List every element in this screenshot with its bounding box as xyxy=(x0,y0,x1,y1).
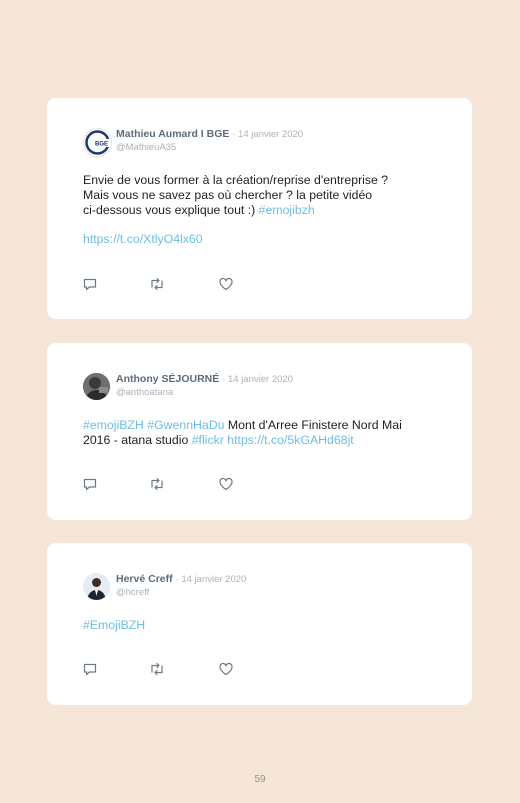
author-handle[interactable]: @anthoatana xyxy=(116,386,293,399)
author-name[interactable]: Anthony SÉJOURNÉ xyxy=(116,373,219,385)
reply-icon[interactable] xyxy=(82,476,98,492)
avatar[interactable] xyxy=(83,373,110,400)
avatar-photo-icon xyxy=(83,573,110,600)
tweet-line: ci-dessous vous explique tout :) #emojib… xyxy=(83,203,438,218)
url-link[interactable]: https://t.co/5kGAHd68jt xyxy=(227,433,353,447)
hashtag-link[interactable]: #flickr xyxy=(192,433,224,447)
tweet-line-text: 2016 - atana studio xyxy=(83,433,189,447)
tweet-card: Hervé Creff · 14 janvier 2020 @hcreff #E… xyxy=(47,543,472,705)
url-link[interactable]: https://t.co/XtlyO4lx60 xyxy=(83,232,203,246)
tweet-line: Mais vous ne savez pas où chercher ? la … xyxy=(83,188,373,202)
avatar-photo-icon xyxy=(83,373,110,400)
tweet-date[interactable]: · 14 janvier 2020 xyxy=(232,129,303,140)
tweet-line-text: ci-dessous vous explique tout :) xyxy=(83,203,256,217)
reply-icon[interactable] xyxy=(82,276,98,292)
hashtag-link[interactable]: #EmojiBZH xyxy=(83,618,145,632)
tweet-card: BGE Mathieu Aumard I BGE · 14 janvier 20… xyxy=(47,98,472,319)
tweet-text: #emojiBZH #GwennHaDu Mont d'Arree Finist… xyxy=(83,418,438,448)
page-number: 59 xyxy=(254,774,266,785)
tweet-date[interactable]: · 14 janvier 2020 xyxy=(222,374,293,385)
tweet-text: Envie de vous former à la création/repri… xyxy=(83,173,438,247)
like-icon[interactable] xyxy=(218,276,234,292)
tweet-card: Anthony SÉJOURNÉ · 14 janvier 2020 @anth… xyxy=(47,343,472,520)
retweet-icon[interactable] xyxy=(149,661,165,677)
hashtag-link[interactable]: #emojiBZH xyxy=(83,418,144,432)
tweet-date[interactable]: · 14 janvier 2020 xyxy=(176,574,247,585)
author-handle[interactable]: @hcreff xyxy=(116,586,246,599)
avatar[interactable] xyxy=(83,573,110,600)
svg-text:BGE: BGE xyxy=(95,142,108,148)
tweet-line-text: Mont d'Arree Finistere Nord Mai xyxy=(227,418,402,432)
author-handle[interactable]: @MathieuA35 xyxy=(116,141,303,154)
hashtag-link[interactable]: #emojibzh xyxy=(259,203,315,217)
like-icon[interactable] xyxy=(218,476,234,492)
tweet-line: Envie de vous former à la création/repri… xyxy=(83,173,389,187)
bge-logo-icon: BGE xyxy=(85,130,110,155)
like-icon[interactable] xyxy=(218,661,234,677)
author-name[interactable]: Hervé Creff xyxy=(116,573,173,585)
avatar[interactable]: BGE xyxy=(83,128,112,157)
author-name[interactable]: Mathieu Aumard I BGE xyxy=(116,128,229,140)
retweet-icon[interactable] xyxy=(149,276,165,292)
tweet-text: #EmojiBZH xyxy=(83,618,438,633)
reply-icon[interactable] xyxy=(82,661,98,677)
retweet-icon[interactable] xyxy=(149,476,165,492)
hashtag-link[interactable]: #GwennHaDu xyxy=(147,418,224,432)
